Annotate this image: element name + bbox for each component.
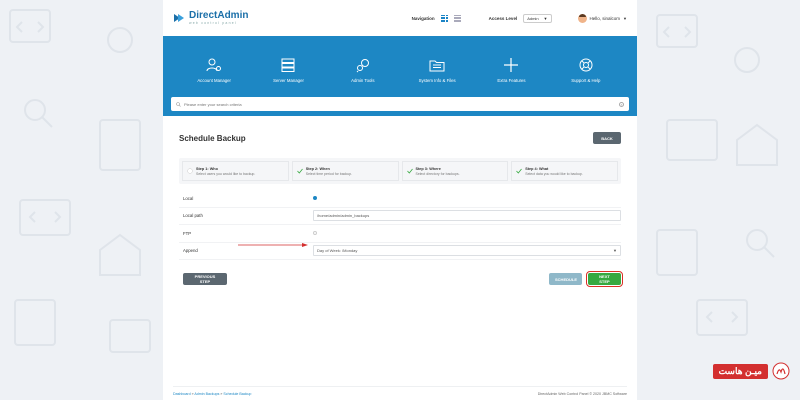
background-doodles [656, 14, 778, 336]
brand-title: DirectAdmin [189, 9, 249, 21]
backup-form: Local Local path /home/admin/admin_backu… [179, 190, 621, 260]
menu-label: Server Manager [273, 78, 304, 83]
menu-item-admin-tools[interactable]: Admin Tools [333, 57, 393, 83]
step-title: Step 4: What [525, 166, 549, 171]
user-menu[interactable]: Hello, sinalcom ▼ [577, 13, 627, 23]
top-bar: DirectAdmin web control panel Navigation… [163, 0, 637, 36]
menu-item-system-info[interactable]: System Info & Files [407, 57, 467, 83]
local-path-label: Local path [183, 213, 203, 219]
copyright-text: DirectAdmin Web Control Panel © 2020 JBM… [537, 392, 627, 396]
menu-label: Admin Tools [351, 78, 375, 83]
back-button[interactable]: BACK [593, 132, 621, 144]
menu-item-support-help[interactable]: Support & Help [556, 57, 616, 83]
step-what[interactable]: Step 4: What Select data you would like … [511, 161, 618, 181]
user-greeting: Hello, sinalcom [589, 15, 621, 21]
previous-step-button[interactable]: PREVIOUS STEP [183, 273, 227, 285]
watermark: میـن هاست [712, 362, 790, 380]
menu-item-extra-features[interactable]: Extra Features [481, 57, 541, 83]
caret-down-icon: ▼ [613, 248, 617, 254]
background-pattern-left [0, 0, 163, 400]
checkmark-icon [406, 168, 413, 174]
main-menu: Account Manager Server Manager Admin Too… [163, 36, 637, 93]
menu-label: Extra Features [497, 78, 526, 83]
wizard-steps: Step 1: Who Select users you would like … [179, 158, 621, 184]
local-path-input[interactable]: /home/admin/admin_backups [313, 210, 621, 222]
step-description: Select time period for backup. [305, 171, 353, 176]
local-radio[interactable] [313, 196, 317, 201]
navigation-label: Navigation [411, 15, 435, 21]
chevron-down-icon: ▼ [543, 15, 548, 21]
step-when[interactable]: Step 2: When Select time period for back… [291, 161, 399, 181]
chevron-down-icon: ▼ [623, 15, 627, 21]
step-description: Select data you would like to backup. [525, 171, 583, 176]
search-icon [176, 101, 181, 107]
watermark-text: میـن هاست [712, 363, 768, 379]
folder-icon [429, 60, 445, 72]
lifebuoy-icon [579, 58, 593, 72]
breadcrumb-schedule-backup[interactable]: Schedule Backup [223, 392, 251, 396]
checkmark-icon [516, 168, 523, 174]
step-who[interactable]: Step 1: Who Select users you would like … [182, 161, 289, 181]
menu-item-account-manager[interactable]: Account Manager [184, 57, 244, 83]
step-description: Select directory for backups. [415, 171, 460, 176]
main-panel: DirectAdmin web control panel Navigation… [163, 0, 637, 400]
watermark-logo-icon [772, 362, 790, 380]
annotation-arrow-icon [238, 243, 308, 247]
top-nav: Navigation Access Level Admin ▼ Hello, s… [411, 13, 627, 23]
menu-item-server-manager[interactable]: Server Manager [258, 57, 318, 83]
next-step-button[interactable]: NEXT STEP [586, 271, 623, 287]
background-doodles [9, 9, 151, 353]
avatar [577, 13, 587, 23]
step-title: Step 3: Where [415, 166, 441, 171]
step-circle-icon [187, 168, 193, 174]
access-level-label: Access Level [488, 15, 518, 21]
access-level-value: Admin [527, 15, 539, 21]
step-description: Select users you would like to backup. [196, 171, 256, 176]
search-box: × [171, 97, 629, 111]
clear-search-icon[interactable]: × [619, 101, 624, 107]
step-title: Step 1: Who [196, 166, 218, 171]
menu-label: System Info & Files [418, 78, 456, 83]
form-row-ftp: FTP [179, 225, 621, 243]
list-view-icon[interactable] [453, 14, 461, 22]
form-actions: PREVIOUS STEP SCHEDULE NEXT STEP [179, 271, 623, 287]
breadcrumb-dashboard[interactable]: Dashboard [173, 392, 191, 396]
server-icon [281, 58, 295, 72]
form-row-local: Local [179, 190, 621, 208]
content: Schedule Backup BACK Step 1: Who Select … [163, 132, 637, 287]
plus-icon [504, 58, 519, 72]
append-value: Day of Week: /Monday [317, 248, 358, 254]
step-title: Step 2: When [305, 166, 330, 171]
append-select[interactable]: Day of Week: /Monday ▼ [313, 245, 621, 257]
ftp-radio[interactable] [313, 231, 317, 236]
schedule-button[interactable]: SCHEDULE [549, 273, 582, 285]
menu-label: Support & Help [571, 78, 601, 83]
form-row-local-path: Local path /home/admin/admin_backups [179, 208, 621, 225]
page-title: Schedule Backup [179, 133, 246, 143]
ftp-label: FTP [183, 230, 192, 236]
access-level-select[interactable]: Admin ▼ [523, 13, 552, 23]
checkmark-icon [296, 168, 303, 174]
tools-icon [356, 59, 369, 73]
logo[interactable]: DirectAdmin web control panel [173, 9, 249, 26]
user-gear-icon [206, 58, 222, 72]
search-bar: × [163, 93, 637, 116]
footer: Dashboard » Admin Backups » Schedule Bac… [173, 386, 627, 396]
local-label: Local [183, 195, 194, 201]
step-where[interactable]: Step 3: Where Select directory for backu… [401, 161, 509, 181]
breadcrumb-admin-backups[interactable]: Admin Backups [194, 392, 219, 396]
menu-label: Account Manager [197, 78, 231, 83]
append-label: Append [183, 248, 198, 254]
directadmin-logo-icon [174, 14, 184, 22]
search-input[interactable] [184, 101, 616, 107]
breadcrumb: Dashboard » Admin Backups » Schedule Bac… [173, 392, 251, 396]
title-row: Schedule Backup BACK [179, 132, 621, 144]
grid-view-icon[interactable] [440, 14, 448, 22]
brand-subtitle: web control panel [189, 20, 237, 25]
background-pattern-right [637, 0, 800, 400]
